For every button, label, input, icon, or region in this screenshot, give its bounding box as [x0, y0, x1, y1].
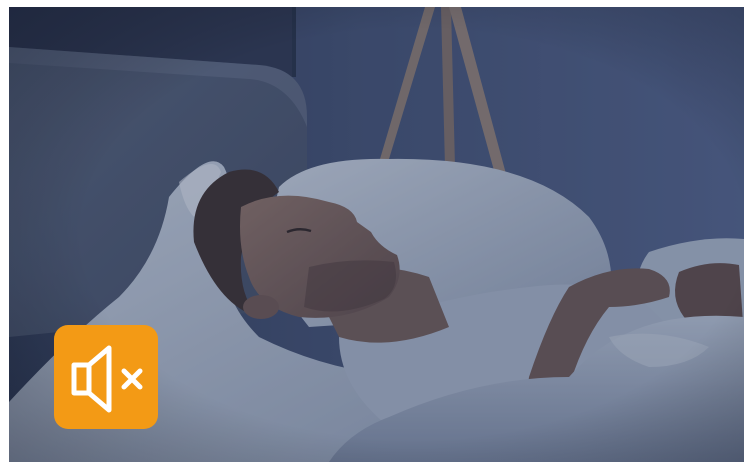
mute-toggle-button[interactable]	[54, 325, 158, 429]
video-player[interactable]	[9, 7, 744, 462]
video-frame	[0, 0, 744, 468]
speaker-muted-icon	[71, 345, 143, 413]
